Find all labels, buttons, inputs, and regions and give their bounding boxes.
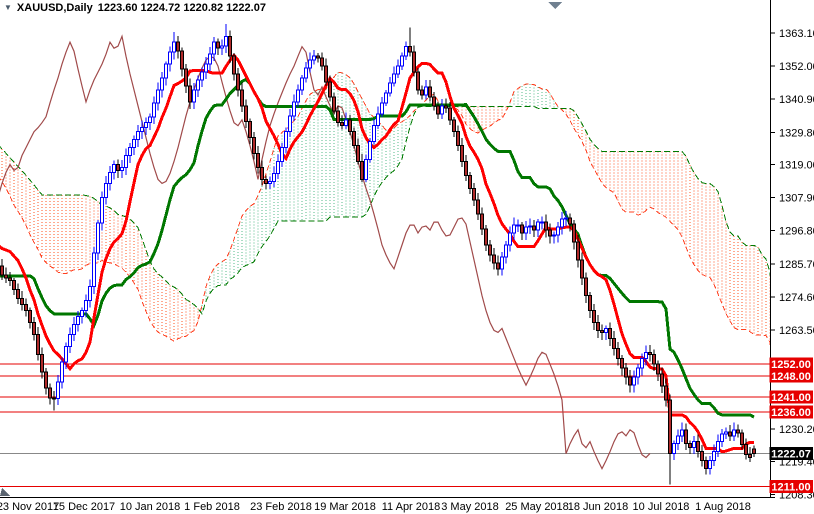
date-tick-label: 23 Feb 2018 xyxy=(250,501,312,513)
price-tick-label: 1285.70 xyxy=(779,259,814,271)
senkou-a-line xyxy=(0,72,774,382)
chart-border xyxy=(0,0,775,498)
sr-price-label: 1252.00 xyxy=(770,358,814,372)
date-tick-label: 11 Apr 2018 xyxy=(382,501,441,513)
price-tick-label: 1274.60 xyxy=(779,292,814,304)
symbol-collapse-triangle-icon: ▼ xyxy=(4,4,12,12)
candles xyxy=(1,24,756,485)
price-tick-label: 1340.90 xyxy=(779,94,814,106)
svg-text:1222.07: 1222.07 xyxy=(771,448,811,460)
chart-shift-marker[interactable] xyxy=(548,2,562,9)
date-tick-label: 19 Mar 2018 xyxy=(314,501,376,513)
sr-price-label: 1241.00 xyxy=(770,391,814,405)
chart-symbol-period: XAUUSD,Daily xyxy=(17,2,93,14)
price-tick-label: 1352.00 xyxy=(779,61,814,73)
price-tick-label: 1329.80 xyxy=(779,127,814,139)
price-tick-label: 1307.90 xyxy=(779,193,814,205)
date-tick-label: 3 May 2018 xyxy=(441,501,498,513)
scroll-begin-marker xyxy=(0,488,10,496)
date-tick-label: 15 Dec 2017 xyxy=(53,501,115,513)
chart-title-bar: ▼ XAUUSD,Daily 1223.60 1224.72 1220.82 1… xyxy=(4,2,266,14)
date-tick-label: 1 Feb 2018 xyxy=(184,501,240,513)
price-tick-label: 1263.50 xyxy=(779,325,814,337)
date-tick-label: 18 Jun 2018 xyxy=(568,501,629,513)
sr-price-label: 1211.00 xyxy=(770,480,814,494)
price-tick-label: 1230.20 xyxy=(779,424,814,436)
bid-price-label: 1222.07 xyxy=(770,447,814,461)
price-tick-label: 1296.80 xyxy=(779,226,814,238)
date-tick-label: 1 Aug 2018 xyxy=(695,501,751,513)
date-tick-label: 25 May 2018 xyxy=(505,501,569,513)
price-tick-label: 1319.00 xyxy=(779,159,814,171)
plot-area[interactable] xyxy=(0,24,774,487)
svg-text:1211.00: 1211.00 xyxy=(771,481,810,493)
svg-text:1252.00: 1252.00 xyxy=(771,359,811,371)
kumo-cloud xyxy=(0,72,774,382)
chart-canvas[interactable]: 1363.10 1352.00 1340.90 1329.80 1319.00 1307.… xyxy=(0,0,814,514)
sr-price-label: 1236.00 xyxy=(770,405,814,419)
date-tick-label: 10 Jul 2018 xyxy=(633,501,690,513)
time-axis: 23 Nov 201715 Dec 2017 10 Jan 20181 Feb 2… xyxy=(0,501,751,513)
sr-price-label: 1248.00 xyxy=(770,370,814,384)
chart-ohlc-values: 1223.60 1224.72 1220.82 1222.07 xyxy=(98,2,266,14)
date-tick-label: 10 Jan 2018 xyxy=(120,501,181,513)
senkou-b-line xyxy=(0,107,774,320)
chart-window[interactable]: ▼ XAUUSD,Daily 1223.60 1224.72 1220.82 1… xyxy=(0,0,814,514)
sr-lines xyxy=(0,364,770,486)
svg-text:1236.00: 1236.00 xyxy=(771,407,811,419)
svg-text:1241.00: 1241.00 xyxy=(771,392,811,404)
date-tick-label: 23 Nov 2017 xyxy=(0,501,59,513)
svg-text:1248.00: 1248.00 xyxy=(771,371,811,383)
price-axis: 1363.10 1352.00 1340.90 1329.80 1319.00 1307.… xyxy=(770,28,814,502)
price-tick-label: 1363.10 xyxy=(779,28,814,40)
